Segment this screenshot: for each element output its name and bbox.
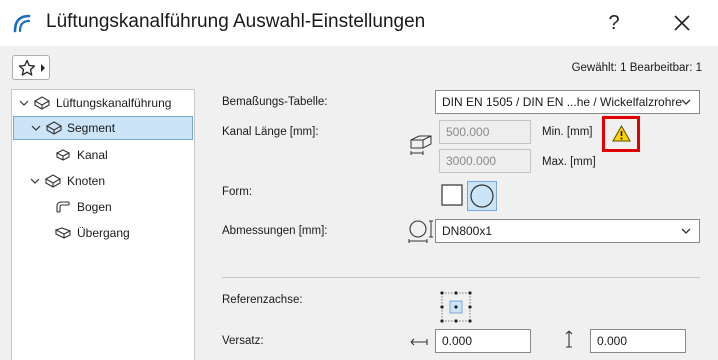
- tree-item-label: Knoten: [67, 174, 106, 188]
- min-length-field[interactable]: 500.000: [439, 120, 531, 144]
- title-bar: Lüftungskanalführung Auswahl-Einstellung…: [0, 0, 718, 46]
- star-icon: [18, 59, 36, 76]
- close-icon[interactable]: [668, 9, 696, 37]
- dimensions-label: Abmessungen [mm]:: [222, 225, 328, 237]
- chevron-down-icon[interactable]: [30, 116, 42, 140]
- chevron-down-icon: [681, 99, 691, 105]
- elbow-icon: [56, 201, 70, 213]
- offset-vertical-field[interactable]: 0.000: [590, 329, 686, 353]
- duct-segment-icon: [45, 121, 63, 135]
- tree-item-kanal[interactable]: Kanal: [12, 143, 194, 167]
- caret-right-icon: [41, 64, 45, 72]
- chevron-down-icon[interactable]: [18, 91, 30, 115]
- tree-item-label: Segment: [67, 121, 116, 135]
- length-label: Kanal Länge [mm]:: [222, 126, 319, 138]
- help-button[interactable]: ?: [600, 9, 628, 37]
- min-label: Min. [mm]: [542, 126, 593, 138]
- shape-label: Form:: [222, 186, 253, 198]
- table-label: Bemaßungs-Tabelle:: [222, 96, 328, 108]
- tree-item-segment[interactable]: Segment: [13, 116, 193, 140]
- duct-route-icon: [33, 96, 51, 110]
- tree-item-label: Kanal: [77, 148, 108, 162]
- chevron-down-icon: [681, 228, 691, 234]
- max-label: Max. [mm]: [542, 156, 596, 168]
- dimensions-select-value: DN800x1: [442, 224, 493, 238]
- duct-length-icon: [410, 135, 432, 155]
- chevron-down-icon[interactable]: [29, 169, 41, 193]
- favorites-button[interactable]: [12, 55, 50, 80]
- selection-status: Gewählt: 1 Bearbeitbar: 1: [571, 62, 702, 74]
- offset-horizontal-field[interactable]: 0.000: [435, 329, 531, 353]
- window-title: Lüftungskanalführung Auswahl-Einstellung…: [46, 11, 426, 32]
- tree-panel: Lüftungskanalführung Segment Kanal Knote…: [11, 89, 195, 360]
- reference-axis-icon[interactable]: [438, 290, 474, 324]
- reference-axis-label: Referenzachse:: [222, 294, 303, 306]
- vertical-offset-icon: [565, 330, 573, 348]
- table-select[interactable]: DIN EN 1505 / DIN EN ...he / Wickelfalzr…: [435, 90, 700, 114]
- horizontal-offset-icon: [410, 338, 428, 346]
- rectangular-shape-button[interactable]: [438, 181, 466, 209]
- table-select-value: DIN EN 1505 / DIN EN ...he / Wickelfalzr…: [442, 95, 683, 109]
- tree-item-lueftungskanalfuehrung[interactable]: Lüftungskanalführung: [12, 91, 194, 115]
- settings-panel: Bemaßungs-Tabelle: DIN EN 1505 / DIN EN …: [206, 86, 718, 360]
- offset-label: Versatz:: [222, 335, 264, 347]
- dimensions-select[interactable]: DN800x1: [435, 219, 700, 243]
- section-divider: [222, 277, 700, 278]
- circular-shape-button[interactable]: [467, 181, 497, 211]
- dimension-icon: [408, 220, 433, 243]
- tree-item-label: Übergang: [77, 226, 130, 240]
- max-length-field[interactable]: 3000.000: [439, 149, 531, 173]
- tree-item-label: Lüftungskanalführung: [56, 96, 172, 110]
- tree-item-bogen[interactable]: Bogen: [12, 195, 194, 219]
- tree-item-label: Bogen: [77, 200, 112, 214]
- warning-highlight: [602, 116, 640, 152]
- app-logo-icon: [13, 14, 31, 33]
- tree-item-knoten[interactable]: Knoten: [12, 169, 194, 193]
- tree-item-uebergang[interactable]: Übergang: [12, 221, 194, 245]
- duct-node-icon: [44, 174, 62, 188]
- duct-icon: [55, 149, 71, 161]
- warning-icon[interactable]: [612, 124, 631, 143]
- transition-icon: [54, 227, 72, 239]
